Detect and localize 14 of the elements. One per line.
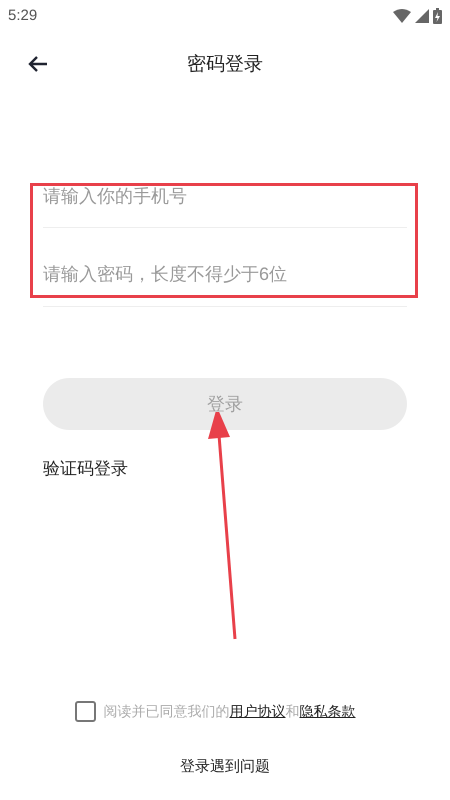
wifi-icon (393, 9, 411, 23)
agree-checkbox[interactable] (74, 700, 96, 722)
signal-icon (415, 9, 429, 23)
battery-icon (433, 8, 442, 24)
user-agreement-link[interactable]: 用户协议 (230, 702, 286, 718)
back-arrow-icon (28, 55, 48, 73)
sms-login-link[interactable]: 验证码登录 (43, 456, 128, 482)
login-help-link[interactable]: 登录遇到问题 (180, 756, 270, 778)
status-time: 5:29 (8, 6, 38, 26)
page-title: 密码登录 (187, 52, 263, 77)
privacy-terms-link[interactable]: 隐私条款 (300, 702, 356, 718)
password-field[interactable]: 请输入密码，长度不得少于6位 (43, 228, 407, 307)
agreement-text: 阅读并已同意我们的用户协议和隐私条款 (104, 702, 356, 720)
phone-field[interactable]: 请输入你的手机号 (43, 183, 407, 228)
